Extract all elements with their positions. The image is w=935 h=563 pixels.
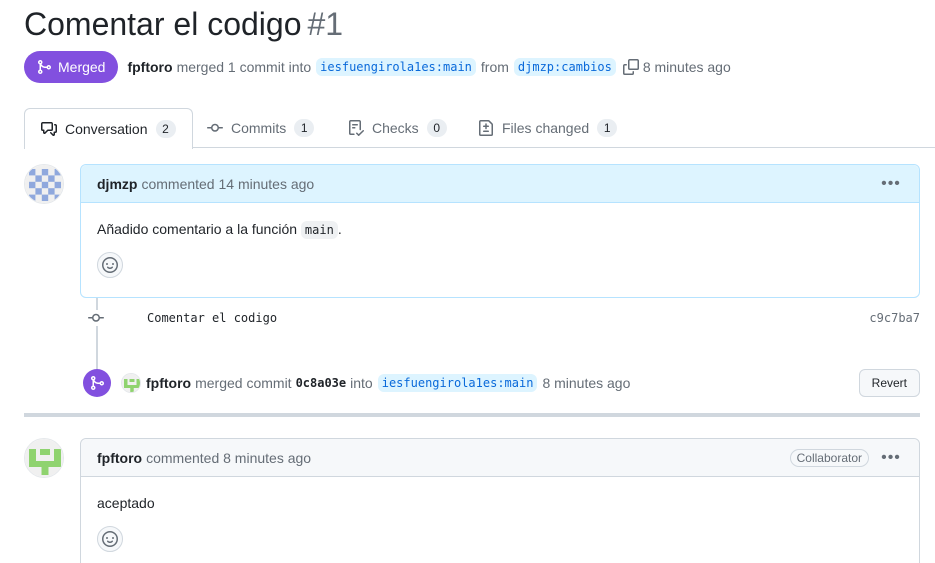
merge-event: fpftoro merged commit 0c8a03e into iesfu… <box>83 368 920 398</box>
comment-meta: commented 14 minutes ago <box>141 175 315 192</box>
avatar[interactable] <box>24 164 64 204</box>
pr-meta: Merged fpftoro merged 1 commit into iesf… <box>24 51 731 83</box>
avatar-fpftoro-identicon <box>122 374 140 392</box>
git-commit-icon <box>207 120 223 136</box>
kebab-menu-icon[interactable]: ••• <box>879 448 903 468</box>
file-diff-icon <box>478 120 494 136</box>
timeline-divider <box>24 413 920 417</box>
merged-state-badge: Merged <box>24 51 119 83</box>
tab-conversation-count: 2 <box>155 120 176 138</box>
inline-code: main <box>300 221 338 239</box>
collaborator-badge: Collaborator <box>789 448 869 467</box>
tab-commits-count: 1 <box>294 119 315 137</box>
state-label: Merged <box>58 59 106 75</box>
merge-author-link[interactable]: fpftoro <box>146 375 191 391</box>
tab-conversation-label: Conversation <box>65 121 148 137</box>
add-reaction-button[interactable] <box>97 526 123 552</box>
comment-discussion-icon <box>41 121 57 137</box>
checklist-icon <box>348 120 364 136</box>
merge-summary-text: merged 1 commit into <box>176 59 312 75</box>
tab-conversation[interactable]: Conversation 2 <box>24 108 193 149</box>
revert-button[interactable]: Revert <box>858 369 920 397</box>
merge-time: 8 minutes ago <box>642 59 731 75</box>
avatar[interactable] <box>24 438 64 478</box>
base-branch-link[interactable]: iesfuengirola1es:main <box>316 58 476 76</box>
tab-commits[interactable]: Commits 1 <box>191 108 330 148</box>
comment-text: Añadido comentario a la función <box>97 221 298 237</box>
comment-text: aceptado <box>97 495 155 511</box>
pr-title-text: Comentar el codigo <box>24 6 302 42</box>
commit-row: Comentar el codigo c9c7ba7 <box>88 308 920 328</box>
merged-by-link[interactable]: fpftoro <box>127 59 172 75</box>
avatar[interactable] <box>121 373 141 393</box>
commit-message-link[interactable]: Comentar el codigo <box>147 311 277 325</box>
comment-author-link[interactable]: djmzp <box>97 176 137 192</box>
kebab-menu-icon[interactable]: ••• <box>879 174 903 194</box>
tab-files-changed-count: 1 <box>597 119 618 137</box>
pr-tabs: Conversation 2 Commits 1 Checks 0 Files … <box>24 108 935 149</box>
git-merge-icon <box>83 369 111 397</box>
avatar-fpftoro-identicon <box>25 439 63 477</box>
merge-event-text: merged commit <box>195 375 292 391</box>
comment-body: aceptado <box>81 477 919 563</box>
into-text: into <box>350 375 373 391</box>
merge-event-time: 8 minutes ago <box>542 375 631 391</box>
comment-body: Añadido comentario a la función main. <box>81 203 919 294</box>
tab-checks-label: Checks <box>372 120 419 136</box>
add-reaction-button[interactable] <box>97 252 123 278</box>
merge-branch-link[interactable]: iesfuengirola1es:main <box>377 374 538 392</box>
commit-sha-link[interactable]: c9c7ba7 <box>869 311 920 325</box>
from-text: from <box>480 59 509 75</box>
comment-header: fpftoro commented 8 minutes ago Collabor… <box>81 439 919 477</box>
tab-commits-label: Commits <box>231 120 287 136</box>
merge-sha-link[interactable]: 0c8a03e <box>296 376 347 390</box>
pr-title: Comentar el codigo #1 <box>24 6 343 43</box>
copy-icon[interactable] <box>622 59 639 75</box>
comment-text-suffix: . <box>337 221 342 237</box>
comment-card: fpftoro commented 8 minutes ago Collabor… <box>80 438 920 563</box>
avatar-djmzp-identicon <box>25 165 63 203</box>
comment-card: djmzp commented 14 minutes ago ••• Añadi… <box>80 164 920 298</box>
pr-number: #1 <box>307 6 344 42</box>
smiley-icon <box>102 531 118 547</box>
tab-files-changed[interactable]: Files changed 1 <box>462 108 633 148</box>
comment-author-link[interactable]: fpftoro <box>97 450 142 466</box>
tab-checks[interactable]: Checks 0 <box>332 108 463 148</box>
git-commit-icon <box>88 310 104 326</box>
tab-files-changed-label: Files changed <box>502 120 590 136</box>
head-branch-link[interactable]: djmzp:cambios <box>513 58 616 76</box>
git-merge-icon <box>36 59 52 75</box>
tab-checks-count: 0 <box>426 119 447 137</box>
comment-meta: commented 8 minutes ago <box>146 449 312 466</box>
comment-header: djmzp commented 14 minutes ago ••• <box>81 165 919 203</box>
smiley-icon <box>102 257 118 273</box>
